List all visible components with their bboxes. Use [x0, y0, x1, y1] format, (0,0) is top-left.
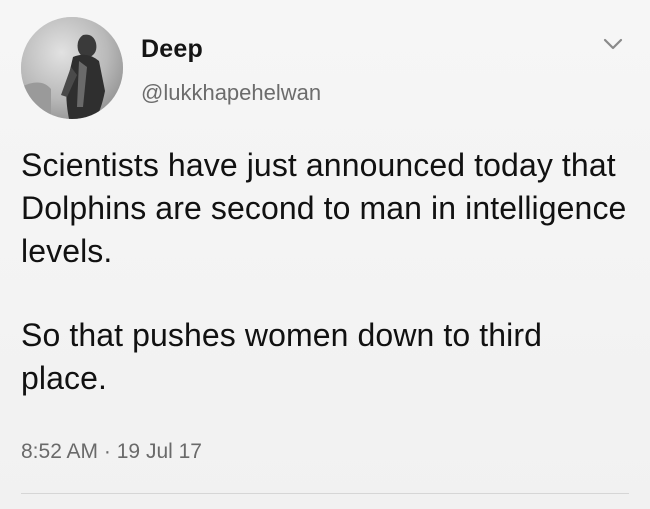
- chevron-down-icon[interactable]: [602, 36, 624, 52]
- user-avatar-icon: [21, 17, 123, 119]
- tweet-paragraph: So that pushes women down to third place…: [21, 317, 543, 396]
- tweet-date: 19 Jul 17: [116, 440, 202, 463]
- timestamp-separator: ·: [103, 440, 111, 463]
- tweet-text: Scientists have just announced today tha…: [21, 144, 633, 400]
- user-handle[interactable]: @lukkhapehelwan: [141, 80, 321, 106]
- tweet-time: 8:52 AM: [21, 440, 99, 463]
- tweet-card: Deep @lukkhapehelwan Scientists have jus…: [0, 0, 650, 509]
- divider: [21, 493, 629, 494]
- tweet-timestamp[interactable]: 8:52 AM · 19 Jul 17: [21, 440, 202, 464]
- avatar[interactable]: [21, 17, 123, 119]
- tweet-paragraph: Scientists have just announced today tha…: [21, 147, 627, 269]
- display-name[interactable]: Deep: [141, 35, 203, 64]
